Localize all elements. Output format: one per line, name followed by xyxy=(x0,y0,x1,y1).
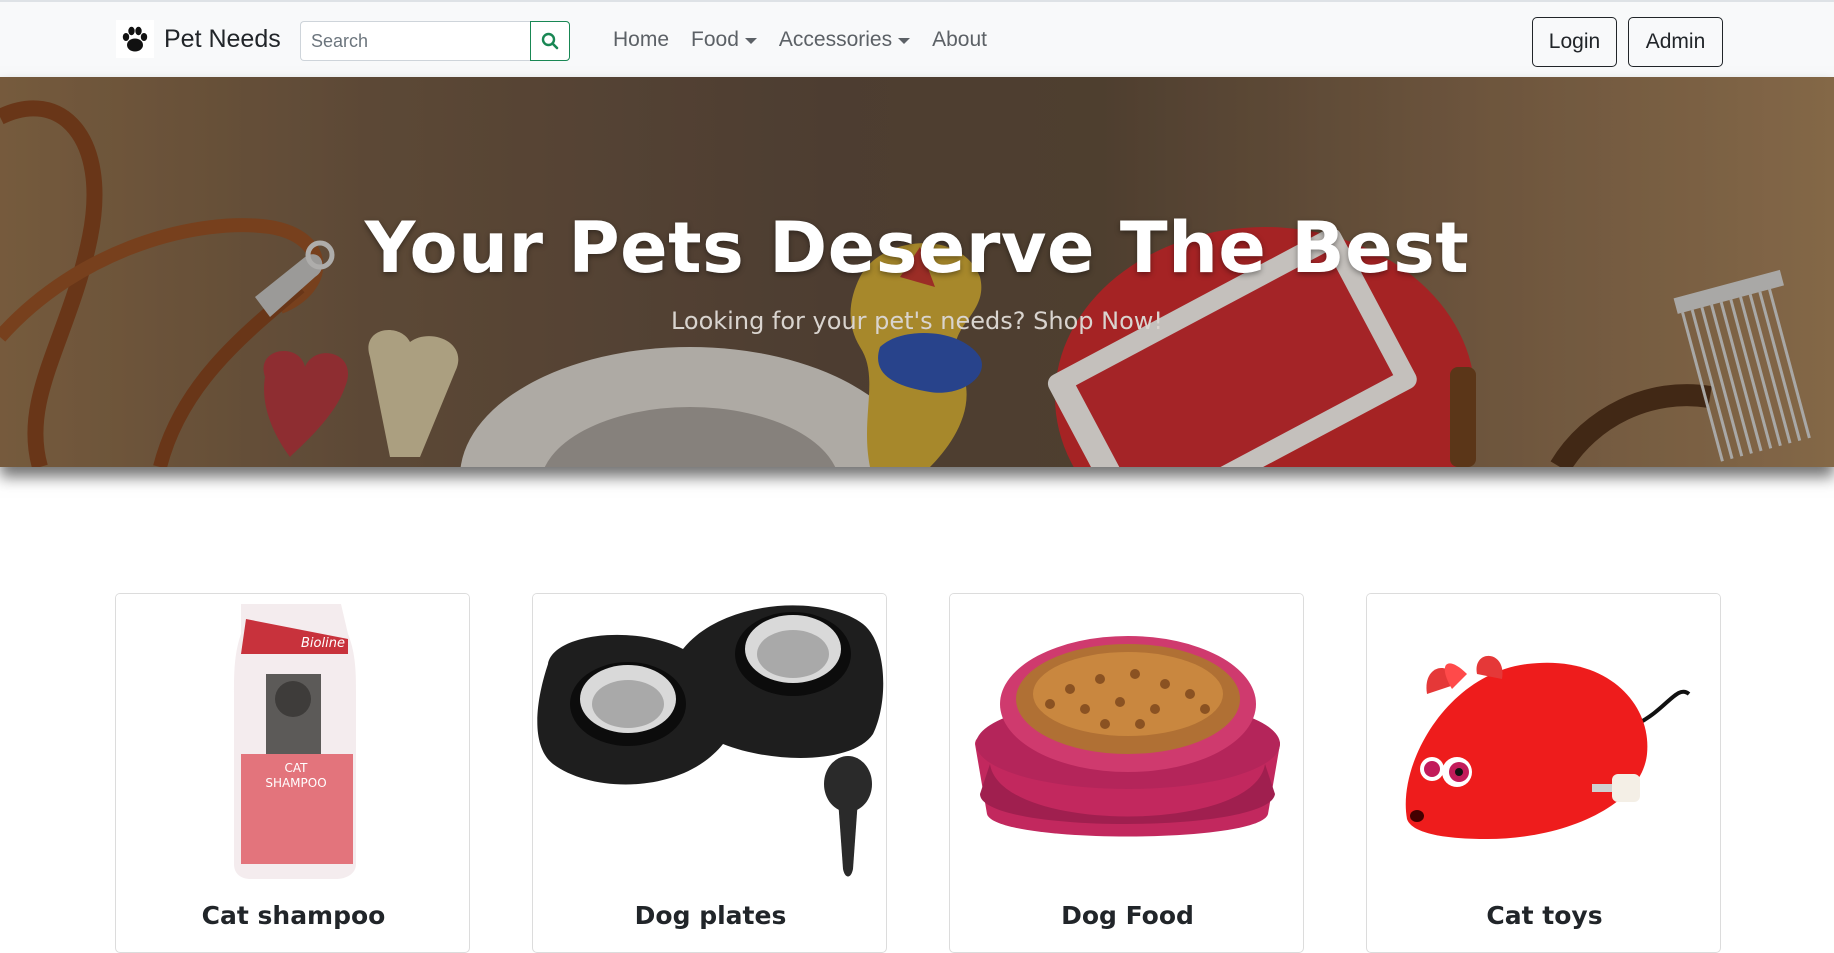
hero-banner: Your Pets Deserve The Best Looking for y… xyxy=(0,77,1834,467)
product-card-dog-food[interactable]: Dog Food xyxy=(949,593,1304,953)
nav-home-label: Home xyxy=(613,28,670,51)
product-card-cat-toys[interactable]: Cat toys xyxy=(1366,593,1721,953)
nav-food-dropdown[interactable]: Food xyxy=(691,28,757,52)
nav-about[interactable]: About xyxy=(932,28,987,52)
nav-menu: Home Food Accessories About xyxy=(613,28,987,52)
product-card-cat-shampoo[interactable]: Bioline CAT SHAMPOO Cat shampoo xyxy=(115,593,470,953)
nav-about-label: About xyxy=(932,28,987,51)
search-icon xyxy=(541,32,559,50)
search-button[interactable] xyxy=(530,21,570,61)
product-name[interactable]: Dog plates xyxy=(533,901,886,930)
product-name[interactable]: Dog Food xyxy=(950,901,1303,930)
nav-accessories-dropdown[interactable]: Accessories xyxy=(778,28,911,52)
dog-plates-image xyxy=(533,594,886,884)
brand-name[interactable]: Pet Needs xyxy=(164,25,281,54)
top-navbar: Pet Needs Home Food Accessories About Lo… xyxy=(0,0,1834,77)
cat-toys-image xyxy=(1367,594,1720,884)
nav-food-label: Food xyxy=(691,28,739,51)
nav-home[interactable]: Home xyxy=(613,28,669,52)
dog-food-image xyxy=(950,594,1303,884)
admin-button[interactable]: Admin xyxy=(1628,17,1723,67)
login-button[interactable]: Login xyxy=(1532,17,1617,67)
product-name[interactable]: Cat toys xyxy=(1367,901,1720,930)
svg-text:SHAMPOO: SHAMPOO xyxy=(265,776,326,790)
paw-icon xyxy=(116,20,154,58)
hero-subtitle: Looking for your pet's needs? Shop Now! xyxy=(670,307,1164,335)
brand-link[interactable]: Pet Needs xyxy=(116,20,281,58)
product-name[interactable]: Cat shampoo xyxy=(116,901,469,930)
product-card-dog-plates[interactable]: Dog plates xyxy=(532,593,887,953)
nav-accessories-label: Accessories xyxy=(778,28,893,51)
search-input[interactable] xyxy=(300,21,530,61)
caret-down-icon xyxy=(898,38,911,44)
caret-down-icon xyxy=(744,38,757,44)
svg-text:Bioline: Bioline xyxy=(301,636,345,651)
svg-text:CAT: CAT xyxy=(285,761,309,775)
search-form xyxy=(300,21,570,61)
cat-shampoo-image: Bioline CAT SHAMPOO xyxy=(116,594,469,884)
hero-title: Your Pets Deserve The Best xyxy=(364,207,1470,289)
